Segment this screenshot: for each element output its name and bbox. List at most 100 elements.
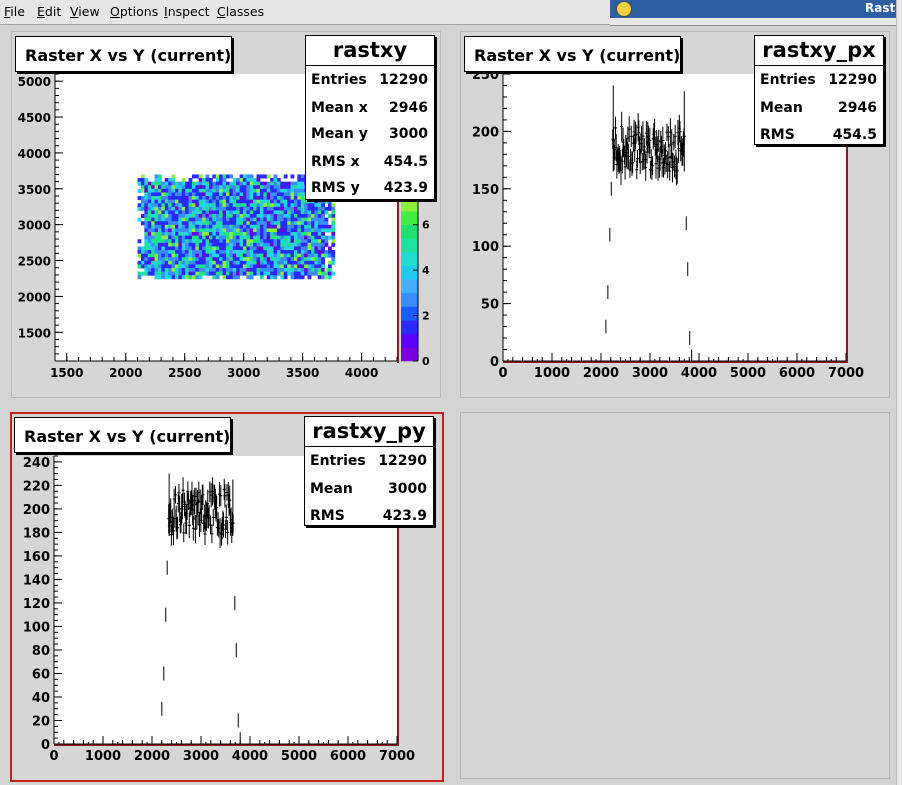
heatmap-cell bbox=[195, 268, 200, 273]
heatmap-cell bbox=[232, 178, 237, 183]
heatmap-cell bbox=[293, 214, 298, 219]
heatmap-cell bbox=[297, 199, 302, 204]
y-tick-label: 4500 bbox=[18, 111, 51, 125]
heatmap-cell bbox=[249, 199, 254, 204]
heatmap-cell bbox=[300, 246, 305, 251]
heatmap-cell bbox=[249, 232, 254, 237]
x-tick-label: 3000 bbox=[227, 366, 260, 380]
background-window-titlebar[interactable]: Raster bbox=[610, 0, 902, 19]
heatmap-cell bbox=[253, 242, 257, 247]
heatmap-cell bbox=[191, 228, 196, 233]
heatmap-cell bbox=[236, 264, 240, 269]
heatmap-cell bbox=[144, 206, 149, 211]
heatmap-cell bbox=[297, 250, 302, 255]
heatmap-cell bbox=[208, 203, 213, 208]
heatmap-cell bbox=[297, 264, 302, 269]
heatmap-cell bbox=[324, 217, 329, 222]
heatmap-cell bbox=[174, 239, 179, 244]
heatmap-cell bbox=[219, 228, 223, 233]
menu-inspect[interactable]: Inspect bbox=[164, 4, 210, 19]
heatmap-cell bbox=[222, 257, 227, 262]
y-tick-label: 2000 bbox=[18, 290, 51, 304]
heatmap-cell bbox=[256, 185, 261, 190]
heatmap-cell bbox=[157, 264, 162, 269]
heatmap-cell bbox=[219, 242, 223, 247]
heatmap-cell bbox=[253, 221, 257, 226]
histogram-title-box[interactable]: Raster X vs Y (current) bbox=[14, 417, 231, 453]
heatmap-cell bbox=[154, 210, 159, 215]
pad-rastxy[interactable]: 1500 2000 2500 3000 3500 4000 1500 2000 2500 3000… bbox=[11, 31, 441, 398]
heatmap-cell bbox=[280, 228, 285, 233]
heatmap-cell bbox=[300, 221, 305, 226]
heatmap-cell bbox=[246, 199, 251, 204]
heatmap-cell bbox=[191, 185, 196, 190]
menu-classes[interactable]: Classes bbox=[217, 4, 264, 19]
heatmap-cell bbox=[287, 246, 291, 251]
pad-rastxy-px[interactable]: 0 1000 2000 3000 4000 5000 6000 7000 0 50 100 150 20… bbox=[460, 31, 890, 398]
stats-box-rastxy[interactable]: rastxy Entries 12290 Mean x 2946 Mean y 300… bbox=[305, 35, 435, 200]
heatmap-cell bbox=[144, 242, 149, 247]
heatmap-cell bbox=[205, 228, 210, 233]
menu-options[interactable]: Options bbox=[110, 4, 158, 19]
heatmap-cell bbox=[307, 239, 312, 244]
heatmap-cell bbox=[154, 214, 159, 219]
heatmap-cell bbox=[242, 228, 247, 233]
heatmap-cell bbox=[246, 192, 251, 197]
heatmap-cell bbox=[290, 185, 295, 190]
heatmap-cell bbox=[236, 242, 240, 247]
heatmap-cell bbox=[144, 235, 149, 240]
heatmap-cell bbox=[310, 214, 315, 219]
heatmap-cell bbox=[283, 181, 288, 186]
heatmap-cell bbox=[168, 257, 172, 262]
palette-bin bbox=[401, 342, 418, 348]
heatmap-cell bbox=[256, 178, 261, 183]
heatmap-cell bbox=[246, 257, 251, 262]
pad-rastxy-py[interactable]: 0 1000 2000 3000 4000 5000 6000 7000 0 20 40 60 80 10… bbox=[10, 412, 444, 782]
heatmap-cell bbox=[324, 206, 329, 211]
heatmap-cell bbox=[164, 264, 169, 269]
heatmap-cell bbox=[242, 181, 247, 186]
menu-edit[interactable]: Edit bbox=[37, 4, 61, 19]
heatmap-cell bbox=[246, 253, 251, 258]
histogram-title-box[interactable]: Raster X vs Y (current) bbox=[464, 36, 681, 72]
histogram-title-box[interactable]: Raster X vs Y (current) bbox=[15, 36, 232, 72]
heatmap-cell bbox=[144, 264, 149, 269]
palette-bin bbox=[401, 306, 418, 312]
heatmap-cell bbox=[324, 221, 329, 226]
heatmap-cell bbox=[181, 224, 186, 229]
heatmap-cell bbox=[259, 257, 264, 262]
heatmap-cell bbox=[174, 257, 179, 262]
menu-view[interactable]: View bbox=[70, 4, 100, 19]
heatmap-cell bbox=[198, 264, 203, 269]
heatmap-cell bbox=[191, 224, 196, 229]
y-tick-label: 140 bbox=[23, 573, 50, 588]
heatmap-cell bbox=[185, 235, 189, 240]
heatmap-cell bbox=[157, 185, 162, 190]
heatmap-cell bbox=[283, 217, 288, 222]
heatmap-cell bbox=[317, 199, 322, 204]
heatmap-cell bbox=[188, 224, 193, 229]
heatmap-cell bbox=[202, 221, 206, 226]
heatmap-cell bbox=[219, 268, 223, 273]
heatmap-cell bbox=[198, 235, 203, 240]
heatmap-cell bbox=[253, 206, 257, 211]
stats-box-rastxy-px[interactable]: rastxy_px Entries 12290 Mean 2946 RMS 454.5 bbox=[754, 35, 884, 145]
heatmap-cell bbox=[140, 257, 145, 262]
heatmap-cell bbox=[263, 181, 268, 186]
heatmap-cell bbox=[178, 264, 183, 269]
heatmap-cell bbox=[222, 181, 227, 186]
heatmap-cell bbox=[270, 181, 274, 186]
menu-file[interactable]: File bbox=[4, 4, 25, 19]
heatmap-cell bbox=[317, 275, 322, 280]
heatmap-cell bbox=[280, 264, 285, 269]
histogram-title: Raster X vs Y (current) bbox=[474, 46, 681, 65]
heatmap-cell bbox=[171, 199, 176, 204]
heatmap-cell bbox=[307, 275, 312, 280]
heatmap-cell bbox=[168, 232, 172, 237]
heatmap-cell bbox=[300, 250, 305, 255]
pad-empty[interactable] bbox=[460, 412, 890, 779]
y-tick-label: 100 bbox=[23, 620, 50, 635]
stats-box-rastxy-py[interactable]: rastxy_py Entries 12290 Mean 3000 RMS 423.9 bbox=[304, 416, 434, 526]
heatmap-cell bbox=[297, 214, 302, 219]
heatmap-cell bbox=[174, 250, 179, 255]
